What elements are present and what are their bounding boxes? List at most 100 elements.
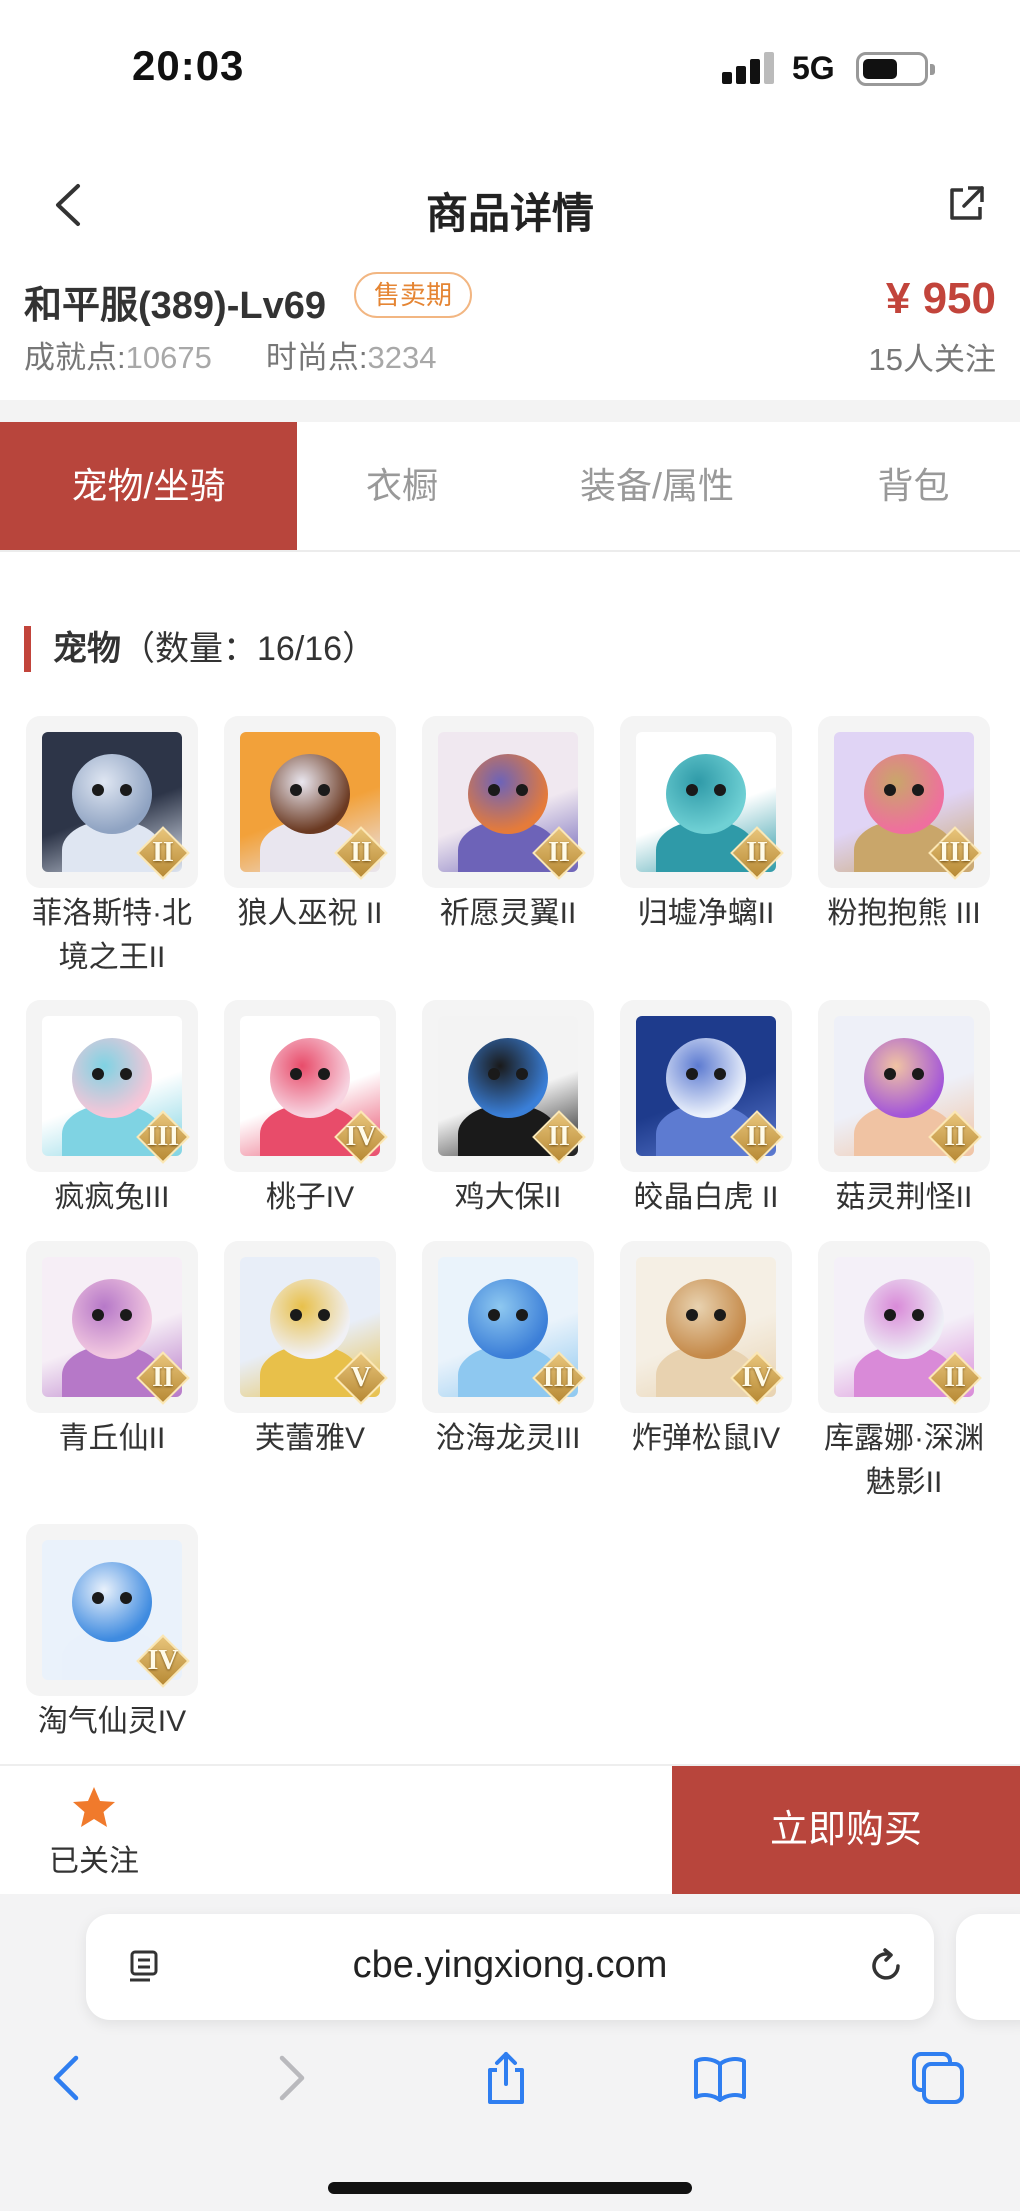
follower-count: 15人关注 [868,342,996,377]
section-count: （数量：16/16） [121,630,377,668]
pet-name: 祈愿灵翼II [439,897,577,930]
browser-forward-icon[interactable] [262,2050,318,2106]
pet-card[interactable]: II [422,1000,594,1172]
pet-name: 库露娜·深渊魅影II [824,1422,984,1499]
tabs-icon[interactable] [910,2050,966,2106]
pet-name: 青丘仙II [58,1422,166,1455]
pet-card[interactable]: II [422,716,594,888]
pet-name: 桃子IV [265,1181,355,1214]
rank-badge: II [532,1110,586,1164]
pet-card[interactable]: II [620,716,792,888]
pet-item[interactable]: III 疯疯兔III [26,1000,202,1220]
achievement-value: 10675 [125,340,212,375]
pet-card[interactable]: II [26,1241,198,1413]
status-badge: 售卖期 [354,272,473,318]
pet-item[interactable]: V 芙蕾雅V [224,1241,400,1461]
pet-card[interactable]: IV [224,1000,396,1172]
tab-wardrobe[interactable]: 衣橱 [297,422,507,550]
pet-card[interactable]: II [224,716,396,888]
rank-badge: IV [730,1351,784,1405]
home-indicator [328,2182,692,2194]
pet-item[interactable]: II 青丘仙II [26,1241,202,1461]
pet-name: 鸡大保II [454,1181,562,1214]
bookmarks-icon[interactable] [692,2050,748,2106]
share-icon[interactable] [478,2050,534,2106]
url-text: cbe.yingxiong.com [352,1944,668,1986]
pet-name: 菇灵荆怪II [835,1181,973,1214]
pet-card[interactable]: II [620,1000,792,1172]
pet-name: 疯疯兔III [54,1181,170,1214]
rank-badge: III [928,826,982,880]
rank-badge: II [730,826,784,880]
reload-icon[interactable] [866,1946,906,1986]
share-external-icon[interactable] [946,184,986,224]
pet-card[interactable]: II [818,1241,990,1413]
pet-item[interactable]: IV 炸弹松鼠IV [620,1241,796,1461]
pet-card[interactable]: V [224,1241,396,1413]
tab-equipment-attributes[interactable]: 装备/属性 [507,422,807,550]
pet-item[interactable]: II 库露娜·深渊魅影II [818,1241,994,1505]
page-title: 商品详情 [425,190,594,237]
pet-name: 狼人巫祝 II [237,897,383,930]
achievement-label: 成就点: [24,340,126,375]
tab-backpack[interactable]: 背包 [807,422,1020,550]
rank-badge: II [334,826,388,880]
battery-icon [856,52,935,86]
pet-name: 沧海龙灵III [435,1422,581,1455]
section-title: 宠物（数量：16/16） [24,626,376,672]
pet-item[interactable]: II 鸡大保II [422,1000,598,1220]
pet-name: 皎晶白虎 II [633,1181,779,1214]
tab-pets-mounts[interactable]: 宠物/坐骑 [0,422,297,550]
rank-badge: II [136,826,190,880]
next-tab-preview[interactable] [956,1914,1020,2020]
pet-card[interactable]: IV [26,1524,198,1696]
star-icon [73,1787,115,1827]
pet-card[interactable]: IV [620,1241,792,1413]
pet-item[interactable]: II 菇灵荆怪II [818,1000,994,1220]
cellular-signal-icon [722,52,776,84]
pet-card[interactable]: III [422,1241,594,1413]
product-header: 和平服(389)-Lv69 售卖期 成就点:10675 时尚点:3234 ¥ 95… [0,260,1020,400]
pet-name: 炸弹松鼠IV [631,1422,781,1455]
pet-item[interactable]: II 菲洛斯特·北境之王II [26,716,202,980]
network-type: 5G [792,50,835,86]
rank-badge: V [334,1351,388,1405]
price: ¥ 950 [885,274,996,323]
browser-back-icon[interactable] [40,2050,96,2106]
pet-item[interactable]: II 祈愿灵翼II [422,716,598,936]
section-title-text: 宠物 [53,630,121,668]
rank-badge: II [928,1110,982,1164]
status-bar: 20:03 5G [0,0,1020,140]
pet-item[interactable]: II 皎晶白虎 II [620,1000,796,1220]
browser-toolbar: cbe.yingxiong.com [0,1894,1020,2211]
pet-name: 芙蕾雅V [254,1422,365,1455]
pet-card[interactable]: II [26,716,198,888]
pet-name: 归墟净螭II [637,897,775,930]
pet-item[interactable]: II 狼人巫祝 II [224,716,400,936]
pet-card[interactable]: III [26,1000,198,1172]
tab-bar: 宠物/坐骑 衣橱 装备/属性 背包 [0,422,1020,552]
follow-label: 已关注 [49,1845,139,1878]
address-bar[interactable]: cbe.yingxiong.com [86,1914,934,2020]
rank-badge: III [532,1351,586,1405]
fashion-label: 时尚点: [265,340,368,375]
pet-item[interactable]: III 粉抱抱熊 III [818,716,994,936]
nav-bar: 商品详情 [0,160,1020,250]
rank-badge: II [928,1351,982,1405]
rank-badge: IV [334,1110,388,1164]
rank-badge: IV [136,1634,190,1688]
follow-button[interactable]: 已关注 [24,1766,164,1894]
status-time: 20:03 [132,42,245,89]
pet-item[interactable]: III 沧海龙灵III [422,1241,598,1461]
action-bar: 已关注 立即购买 [0,1764,1020,1894]
buy-now-button[interactable]: 立即购买 [672,1766,1020,1894]
pet-item[interactable]: IV 桃子IV [224,1000,400,1220]
pet-card[interactable]: II [818,1000,990,1172]
pet-item[interactable]: II 归墟净螭II [620,716,796,936]
rank-badge: II [532,826,586,880]
pet-card[interactable]: III [818,716,990,888]
product-name: 和平服(389)-Lv69 [24,285,326,327]
section-divider [0,400,1020,422]
pet-item[interactable]: IV 淘气仙灵IV [26,1524,202,1744]
pet-name: 粉抱抱熊 III [827,897,981,930]
